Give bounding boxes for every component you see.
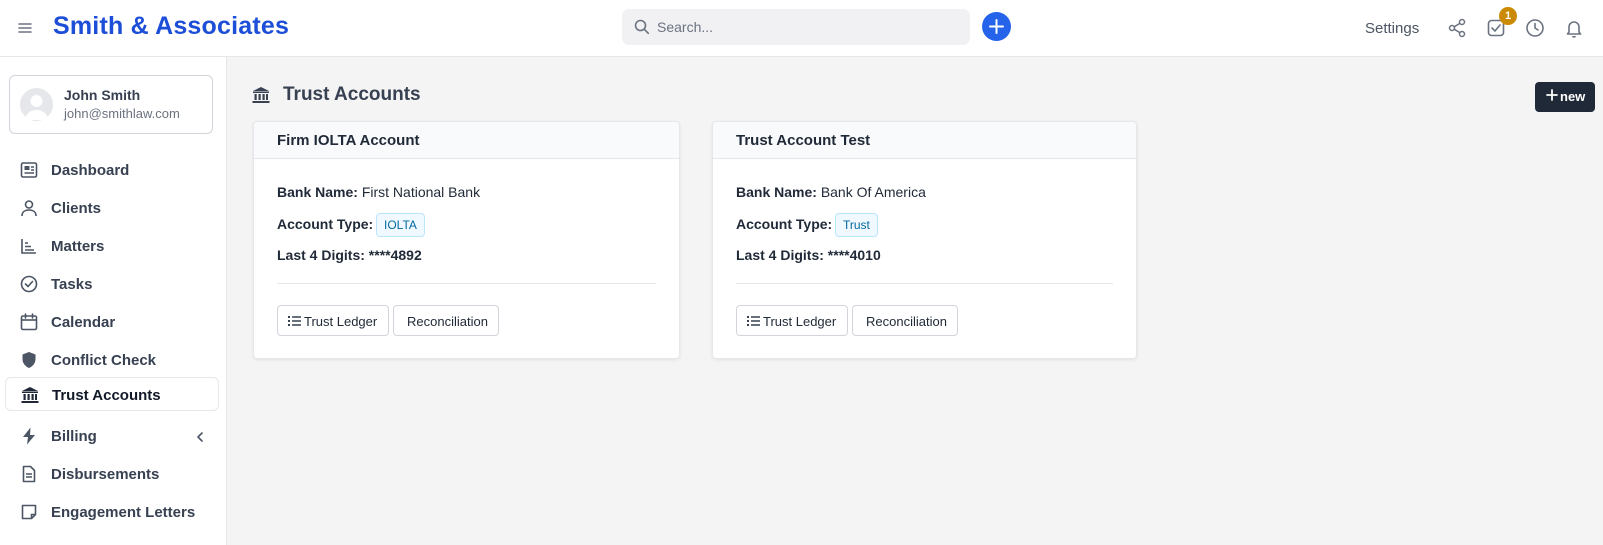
sidebar-item-label: Conflict Check	[51, 352, 157, 369]
account-name: Trust Account Test	[736, 132, 871, 149]
plus-icon	[1546, 89, 1558, 104]
sidebar-item-clients[interactable]: Clients	[5, 191, 219, 225]
sidebar-item-matters[interactable]: Matters	[5, 229, 219, 263]
page-title: Trust Accounts	[283, 84, 421, 105]
sidebar-item-label: Billing	[51, 428, 97, 445]
dashboard-icon	[19, 160, 39, 180]
account-card: Trust Account Test Bank Name: Bank Of Am…	[712, 121, 1137, 359]
chevron-left-icon[interactable]	[194, 430, 206, 448]
search-box[interactable]	[622, 9, 970, 45]
menu-icon[interactable]	[14, 17, 36, 39]
trust-ledger-button[interactable]: Trust Ledger	[736, 305, 848, 336]
bell-icon[interactable]	[1563, 17, 1585, 39]
sidebar-item-trust-accounts[interactable]: Trust Accounts	[5, 377, 219, 411]
avatar	[20, 88, 53, 121]
reconciliation-label: Reconciliation	[407, 314, 488, 329]
sidebar-item-label: Tasks	[51, 276, 93, 293]
sidebar-item-tasks[interactable]: Tasks	[5, 267, 219, 301]
note-icon	[19, 502, 39, 522]
sidebar-item-label: Disbursements	[51, 466, 160, 483]
calendar-icon	[19, 312, 39, 332]
tasks-badge: 1	[1499, 7, 1517, 25]
user-icon	[19, 198, 39, 218]
document-icon	[19, 464, 39, 484]
search-input[interactable]	[657, 9, 957, 45]
last-digits-value: ****4010	[827, 247, 881, 263]
account-type-badge: IOLTA	[376, 213, 425, 237]
sidebar-item-dashboard[interactable]: Dashboard	[5, 153, 219, 187]
last-digits-field: Last 4 Digits: ****4892	[277, 247, 422, 263]
bank-name-value: Bank Of America	[820, 184, 926, 200]
sidebar-item-label: Calendar	[51, 314, 116, 331]
sidebar-item-label: Dashboard	[51, 162, 130, 179]
sidebar-item-label: Matters	[51, 238, 105, 255]
user-profile-card[interactable]: John Smith john@smithlaw.com	[9, 75, 213, 134]
bank-name-label: Bank Name:	[736, 184, 817, 200]
divider	[277, 283, 656, 284]
user-email: john@smithlaw.com	[64, 106, 180, 121]
reconciliation-button[interactable]: Reconciliation	[393, 305, 499, 336]
sidebar-item-label: Trust Accounts	[52, 387, 161, 404]
trust-ledger-label: Trust Ledger	[304, 314, 378, 329]
account-type-field: Account Type:	[736, 216, 832, 232]
divider	[736, 283, 1113, 284]
new-account-button[interactable]: new	[1535, 82, 1595, 112]
card-header: Firm IOLTA Account	[254, 122, 679, 159]
sidebar-item-label: Engagement Letters	[51, 504, 196, 521]
user-name: John Smith	[64, 87, 141, 103]
reconciliation-button[interactable]: Reconciliation	[852, 305, 958, 336]
list-icon	[288, 315, 301, 330]
account-type-label: Account Type:	[277, 216, 374, 232]
account-type-badge: Trust	[835, 213, 878, 237]
bank-name-label: Bank Name:	[277, 184, 358, 200]
sidebar-item-billing[interactable]: Billing	[5, 419, 219, 453]
plus-icon	[989, 19, 1004, 34]
last-digits-label: Last 4 Digits:	[736, 247, 824, 263]
last-digits-value: ****4892	[368, 247, 422, 263]
brand-title[interactable]: Smith & Associates	[53, 12, 289, 41]
sidebar: John Smith john@smithlaw.com Dashboard C…	[0, 57, 227, 545]
bolt-icon	[19, 426, 39, 446]
chart-icon	[19, 236, 39, 256]
top-bar: Smith & Associates Settings 1	[0, 0, 1603, 57]
account-type-field: Account Type:	[277, 216, 373, 232]
check-circle-icon	[19, 274, 39, 294]
bank-name-value: First National Bank	[361, 184, 481, 200]
list-icon	[747, 315, 760, 330]
trust-ledger-label: Trust Ledger	[763, 314, 837, 329]
bank-icon	[20, 385, 40, 405]
last-digits-label: Last 4 Digits:	[277, 247, 365, 263]
card-header: Trust Account Test	[713, 122, 1136, 159]
bank-name-field: Bank Name: First National Bank	[277, 184, 480, 200]
sidebar-item-engagement-letters[interactable]: Engagement Letters	[5, 495, 219, 529]
bank-icon	[251, 85, 271, 110]
account-type-label: Account Type:	[736, 216, 833, 232]
sidebar-item-conflict-check[interactable]: Conflict Check	[5, 343, 219, 377]
sidebar-item-label: Clients	[51, 200, 102, 217]
clock-icon[interactable]	[1524, 17, 1546, 39]
bank-name-field: Bank Name: Bank Of America	[736, 184, 926, 200]
trust-ledger-button[interactable]: Trust Ledger	[277, 305, 389, 336]
quick-add-button[interactable]	[982, 12, 1011, 41]
reconciliation-label: Reconciliation	[866, 314, 947, 329]
new-button-label: new	[1560, 89, 1586, 104]
account-card: Firm IOLTA Account Bank Name: First Nati…	[253, 121, 680, 359]
settings-link[interactable]: Settings	[1365, 20, 1419, 37]
shield-icon	[19, 350, 39, 370]
search-icon	[633, 18, 651, 41]
sidebar-item-calendar[interactable]: Calendar	[5, 305, 219, 339]
account-name: Firm IOLTA Account	[277, 132, 420, 149]
share-icon[interactable]	[1446, 17, 1468, 39]
sidebar-item-disbursements[interactable]: Disbursements	[5, 457, 219, 491]
last-digits-field: Last 4 Digits: ****4010	[736, 247, 881, 263]
